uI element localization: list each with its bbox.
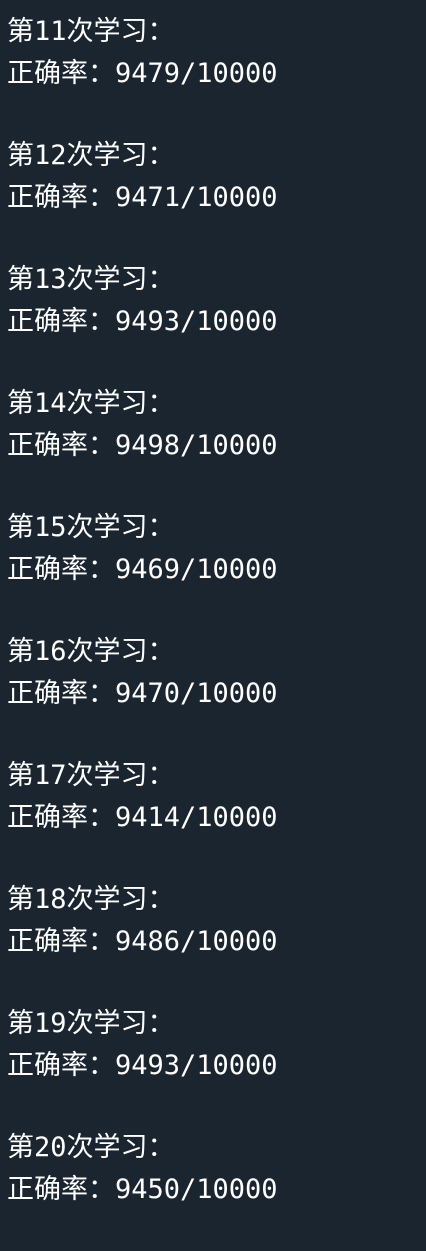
accuracy-line: 正确率：9471/10000 xyxy=(7,181,278,213)
log-entry-13: 第13次学习： 正确率：9493/10000 xyxy=(7,259,422,383)
accuracy-line: 正确率：9486/10000 xyxy=(7,925,278,957)
log-entry-19: 第19次学习： 正确率：9493/10000 xyxy=(7,1003,422,1127)
epoch-line: 第19次学习： xyxy=(7,1008,175,1039)
log-entry-20: 第20次学习： 正确率：9450/10000 xyxy=(7,1127,422,1251)
epoch-line: 第11次学习： xyxy=(7,16,175,47)
console-output-panel: 第11次学习： 正确率：9479/10000 第12次学习： 正确率：9471/… xyxy=(0,0,426,1230)
accuracy-line: 正确率：9493/10000 xyxy=(7,1049,278,1081)
epoch-line: 第20次学习： xyxy=(7,1132,175,1163)
accuracy-line: 正确率：9469/10000 xyxy=(7,553,278,585)
accuracy-line: 正确率：9470/10000 xyxy=(7,677,278,709)
epoch-line: 第18次学习： xyxy=(7,884,175,915)
accuracy-line: 正确率：9498/10000 xyxy=(7,429,278,461)
log-entry-15: 第15次学习： 正确率：9469/10000 xyxy=(7,507,422,631)
epoch-line: 第15次学习： xyxy=(7,512,175,543)
log-entry-14: 第14次学习： 正确率：9498/10000 xyxy=(7,383,422,507)
log-entry-16: 第16次学习： 正确率：9470/10000 xyxy=(7,631,422,755)
epoch-line: 第14次学习： xyxy=(7,388,175,419)
epoch-line: 第17次学习： xyxy=(7,760,175,791)
log-entry-17: 第17次学习： 正确率：9414/10000 xyxy=(7,755,422,879)
epoch-line: 第13次学习： xyxy=(7,264,175,295)
accuracy-line: 正确率：9479/10000 xyxy=(7,57,278,89)
log-entry-11: 第11次学习： 正确率：9479/10000 xyxy=(7,11,422,135)
epoch-line: 第16次学习： xyxy=(7,636,175,667)
accuracy-line: 正确率：9493/10000 xyxy=(7,305,278,337)
log-entry-12: 第12次学习： 正确率：9471/10000 xyxy=(7,135,422,259)
epoch-line: 第12次学习： xyxy=(7,140,175,171)
accuracy-line: 正确率：9414/10000 xyxy=(7,801,278,833)
accuracy-line: 正确率：9450/10000 xyxy=(7,1173,278,1205)
training-log: 第11次学习： 正确率：9479/10000 第12次学习： 正确率：9471/… xyxy=(7,11,422,1251)
log-entry-18: 第18次学习： 正确率：9486/10000 xyxy=(7,879,422,1003)
